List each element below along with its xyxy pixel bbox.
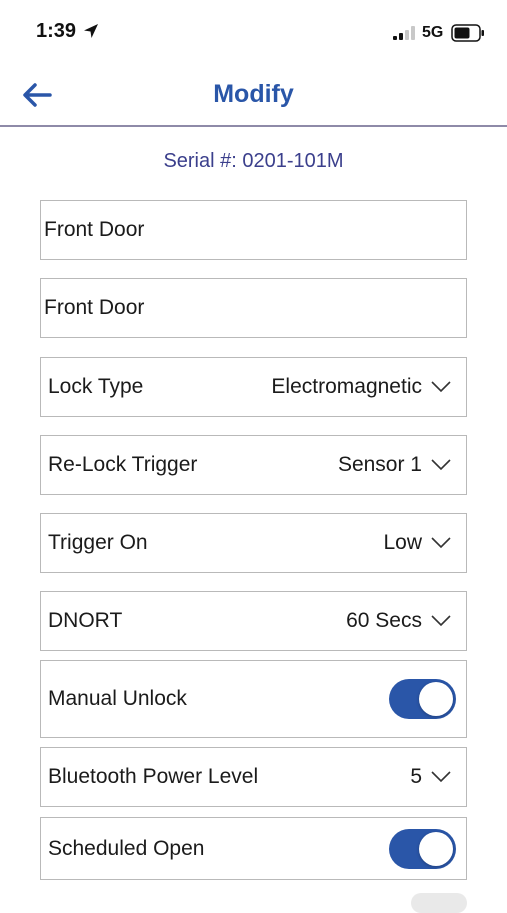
manual-unlock-row: Manual Unlock [40,660,467,738]
dnort-label: DNORT [48,609,123,632]
lock-type-label: Lock Type [48,375,144,398]
network-label: 5G [422,24,444,41]
trigger-on-select[interactable]: Trigger On Low [40,513,467,573]
bluetooth-power-value: 5 [410,765,422,788]
serial-number: Serial #: 0201-101M [163,150,344,172]
chevron-down-icon [431,381,451,393]
door-description-field[interactable]: Front Door [40,278,467,338]
scheduled-open-toggle[interactable] [389,828,456,869]
lock-type-select[interactable]: Lock Type Electromagnetic [40,357,467,417]
partial-toggle[interactable] [411,893,467,913]
toggle-knob [419,831,453,866]
door-name-value: Front Door [44,218,145,241]
relock-trigger-select[interactable]: Re-Lock Trigger Sensor 1 [40,435,467,495]
chevron-down-icon [431,771,451,783]
bluetooth-power-select[interactable]: Bluetooth Power Level 5 [40,747,467,807]
battery-icon [451,24,484,42]
relock-trigger-label: Re-Lock Trigger [48,453,198,476]
manual-unlock-toggle[interactable] [389,679,456,719]
bluetooth-power-label: Bluetooth Power Level [48,765,259,788]
trigger-on-value: Low [383,531,422,554]
manual-unlock-label: Manual Unlock [48,687,187,710]
chevron-down-icon [431,615,451,627]
relock-trigger-value: Sensor 1 [337,453,422,476]
dnort-value: 60 Secs [346,609,422,632]
status-time: 1:39 [36,20,77,42]
location-arrow-icon [84,24,98,38]
dnort-select[interactable]: DNORT 60 Secs [40,591,467,651]
page-title: Modify [213,80,294,108]
signal-icon [393,26,415,40]
lock-type-value: Electromagnetic [271,375,422,398]
status-bar: 1:39 5G [0,0,507,62]
header-divider [0,125,507,127]
chevron-down-icon [431,459,451,471]
scheduled-open-label: Scheduled Open [48,836,205,860]
trigger-on-label: Trigger On [48,531,148,554]
chevron-down-icon [431,537,451,549]
door-description-value: Front Door [44,296,145,319]
toggle-knob [419,682,453,716]
scheduled-open-row: Scheduled Open [40,817,467,880]
door-name-field[interactable]: Front Door [40,200,467,260]
